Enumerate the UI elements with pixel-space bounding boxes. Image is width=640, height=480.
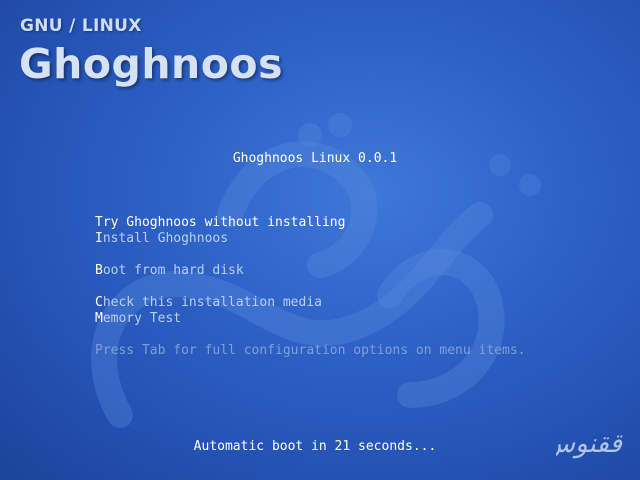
menu-item-label: nstall Ghoghnoos: [102, 231, 229, 246]
menu-item-hotkey: T: [95, 215, 103, 230]
menu-item-label: emory Test: [102, 311, 182, 326]
menu-item-label: heck this installation media: [102, 295, 322, 310]
menu-item-label: oot from hard disk: [102, 263, 244, 278]
menu-item-boot-hard-disk[interactable]: Boot from hard disk: [95, 263, 244, 279]
menu-item-hotkey: B: [95, 263, 103, 278]
menu-item-hotkey: M: [95, 311, 103, 326]
menu-item-try[interactable]: Try Ghoghnoos without installing: [95, 215, 345, 231]
menu-item-hotkey: C: [95, 295, 103, 310]
brand-name: Ghoghnoos: [19, 40, 283, 88]
ghoghnoos-logo-icon: ققنوس: [556, 429, 624, 459]
logo-text: ققنوس: [556, 429, 624, 459]
menu-item-hotkey: I: [95, 231, 103, 246]
tab-hint: Press Tab for full configuration options…: [95, 343, 526, 358]
boot-menu-title: Ghoghnoos Linux 0.0.1: [232, 151, 398, 166]
menu-item-memory-test[interactable]: Memory Test: [95, 311, 181, 327]
autoboot-countdown: Automatic boot in 21 seconds...: [193, 439, 437, 454]
brand-subtitle: GNU / LINUX: [20, 16, 142, 36]
menu-item-install[interactable]: Install Ghoghnoos: [95, 231, 228, 247]
menu-item-check-media[interactable]: Check this installation media: [95, 295, 322, 311]
menu-item-label: ry Ghoghnoos without installing: [102, 215, 346, 230]
